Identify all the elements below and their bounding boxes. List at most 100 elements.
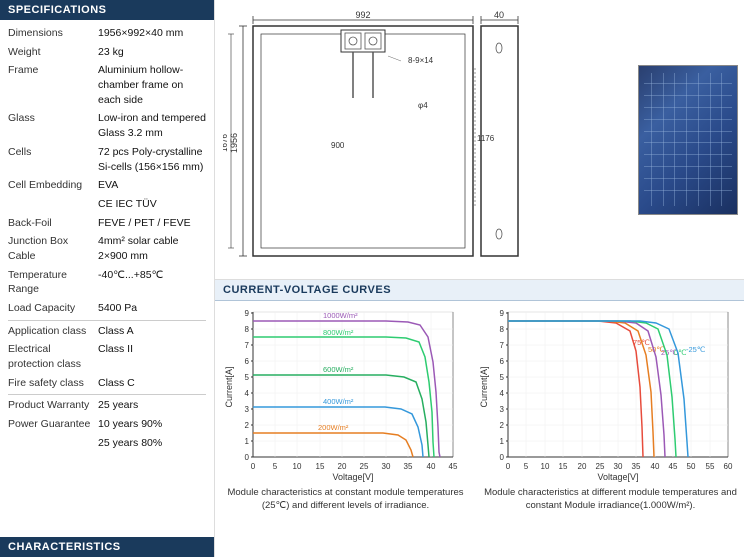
spec-label: Power Guarantee	[8, 417, 98, 432]
spec-fire-safety: Fire safety class Class C	[8, 376, 206, 391]
spec-label: Electrical protection class	[8, 342, 98, 371]
spec-value: EVA	[98, 178, 206, 193]
svg-text:1000W/m²: 1000W/m²	[323, 311, 358, 320]
spec-label: Frame	[8, 63, 98, 107]
svg-text:8: 8	[500, 325, 505, 334]
spec-label: Application class	[8, 324, 98, 339]
spec-certs: CE IEC TÜV	[8, 197, 206, 212]
svg-text:0: 0	[245, 453, 250, 462]
spec-weight: Weight 23 kg	[8, 45, 206, 60]
svg-text:2: 2	[245, 421, 250, 430]
svg-text:-25℃: -25℃	[686, 345, 706, 354]
svg-text:2: 2	[500, 421, 505, 430]
svg-text:600W/m²: 600W/m²	[323, 365, 354, 374]
chart1-svg: Current[A] 0 1 2 3 4	[223, 307, 468, 482]
spec-value: 1956×992×40 mm	[98, 26, 206, 41]
left-panel: SPECIFICATIONS Dimensions 1956×992×40 mm…	[0, 0, 215, 557]
svg-text:15: 15	[316, 462, 325, 471]
svg-text:0: 0	[251, 462, 256, 471]
spec-temp: Temperature Range -40℃...+85℃	[8, 268, 206, 297]
svg-text:10: 10	[293, 462, 302, 471]
spec-label: Junction Box Cable	[8, 234, 98, 263]
svg-text:Voltage[V]: Voltage[V]	[597, 472, 638, 482]
svg-text:1: 1	[500, 437, 505, 446]
divider	[8, 320, 206, 321]
spec-application-class: Application class Class A	[8, 324, 206, 339]
spec-label: Fire safety class	[8, 376, 98, 391]
curves-header: CURRENT-VOLTAGE CURVES	[215, 280, 744, 301]
svg-text:1956: 1956	[229, 133, 239, 153]
spec-glass: Glass Low-iron and tempered Glass 3.2 mm	[8, 111, 206, 140]
spec-cell-embedding: Cell Embedding EVA	[8, 178, 206, 193]
specs-table: Dimensions 1956×992×40 mm Weight 23 kg F…	[0, 20, 214, 537]
spec-label	[8, 436, 98, 451]
svg-text:Voltage[V]: Voltage[V]	[332, 472, 373, 482]
spec-value: FEVE / PET / FEVE	[98, 216, 206, 231]
svg-text:40: 40	[427, 462, 436, 471]
svg-text:1: 1	[245, 437, 250, 446]
svg-text:3: 3	[500, 405, 505, 414]
chart2-svg: Current[A] 0 1 2 3 4	[478, 307, 743, 482]
spec-value: 10 years 90%	[98, 417, 206, 432]
svg-text:4: 4	[500, 389, 505, 398]
svg-text:5: 5	[524, 462, 529, 471]
spec-elec-protection: Electrical protection class Class II	[8, 342, 206, 371]
solar-panel-photo	[633, 8, 743, 271]
spec-cells: Cells 72 pcs Poly-crystalline Si-cells (…	[8, 145, 206, 174]
svg-text:30: 30	[382, 462, 391, 471]
svg-text:35: 35	[404, 462, 413, 471]
svg-text:3: 3	[245, 405, 250, 414]
svg-text:10: 10	[541, 462, 550, 471]
svg-text:φ4: φ4	[418, 101, 428, 110]
spec-label: Cell Embedding	[8, 178, 98, 193]
svg-text:20: 20	[338, 462, 347, 471]
spec-value: 23 kg	[98, 45, 206, 60]
chart2-container: Current[A] 0 1 2 3 4	[478, 307, 743, 513]
chart1-container: Current[A] 0 1 2 3 4	[223, 307, 468, 513]
divider	[8, 394, 206, 395]
spec-junction: Junction Box Cable 4mm² solar cable 2×90…	[8, 234, 206, 263]
svg-text:6: 6	[245, 357, 250, 366]
spec-dimensions: Dimensions 1956×992×40 mm	[8, 26, 206, 41]
svg-text:800W/m²: 800W/m²	[323, 328, 354, 337]
spec-label: Glass	[8, 111, 98, 140]
spec-value: CE IEC TÜV	[98, 197, 206, 212]
characteristics-header: CHARACTERISTICS	[0, 537, 214, 557]
spec-label: Dimensions	[8, 26, 98, 41]
spec-label: Back-Foil	[8, 216, 98, 231]
svg-text:Current[A]: Current[A]	[479, 366, 489, 407]
svg-text:45: 45	[669, 462, 678, 471]
svg-text:40: 40	[651, 462, 660, 471]
chart2-caption: Module characteristics at different modu…	[478, 486, 743, 513]
spec-frame: Frame Aluminium hollow-chamber frame on …	[8, 63, 206, 107]
svg-text:9: 9	[500, 309, 505, 318]
svg-text:992: 992	[355, 10, 370, 20]
spec-value: Class C	[98, 376, 206, 391]
svg-text:8-9×14: 8-9×14	[408, 56, 434, 65]
svg-text:5: 5	[500, 373, 505, 382]
panel-image	[638, 65, 738, 215]
spec-value: -40℃...+85℃	[98, 268, 206, 297]
spec-value: Class A	[98, 324, 206, 339]
svg-text:6: 6	[500, 357, 505, 366]
spec-label: Cells	[8, 145, 98, 174]
svg-text:0: 0	[506, 462, 511, 471]
right-panel: 992 40	[215, 0, 744, 557]
spec-backfoil: Back-Foil FEVE / PET / FEVE	[8, 216, 206, 231]
svg-text:9: 9	[245, 309, 250, 318]
spec-load: Load Capacity 5400 Pa	[8, 301, 206, 316]
svg-text:25: 25	[360, 462, 369, 471]
svg-text:55: 55	[706, 462, 715, 471]
curves-section: CURRENT-VOLTAGE CURVES Current[A]	[215, 280, 744, 557]
svg-text:900: 900	[331, 141, 345, 150]
svg-text:40: 40	[494, 10, 504, 20]
svg-text:60: 60	[724, 462, 733, 471]
spec-power-guarantee-1: Power Guarantee 10 years 90%	[8, 417, 206, 432]
technical-drawing-svg: 992 40	[223, 8, 533, 273]
spec-warranty: Product Warranty 25 years	[8, 398, 206, 413]
svg-text:0: 0	[500, 453, 505, 462]
spec-label: Weight	[8, 45, 98, 60]
svg-text:25: 25	[596, 462, 605, 471]
svg-text:50: 50	[687, 462, 696, 471]
svg-text:200W/m²: 200W/m²	[318, 423, 349, 432]
